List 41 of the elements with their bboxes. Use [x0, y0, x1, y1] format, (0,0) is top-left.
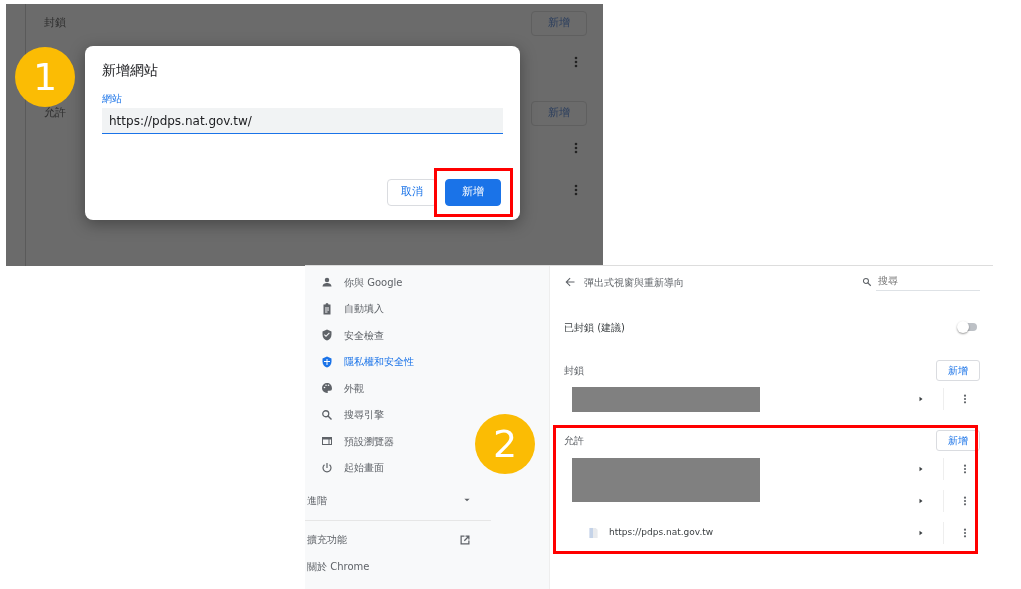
add-button[interactable]: 新增 [445, 179, 501, 206]
sidebar-item[interactable]: 安全檢查 [321, 322, 469, 349]
url-field[interactable]: https://pdps.nat.gov.tw/ [102, 108, 503, 134]
expand-arrow-icon[interactable] [918, 529, 924, 537]
sidebar-item[interactable]: 隱私權和安全性 [321, 348, 469, 375]
field-label: 網站 [102, 92, 123, 106]
search-icon [862, 277, 872, 287]
browser-window-icon [321, 435, 333, 448]
site-url: https://pdps.nat.gov.tw [609, 526, 714, 540]
person-icon [321, 276, 333, 289]
expand-arrow-icon[interactable] [918, 497, 924, 505]
sidebar-item[interactable]: 預設瀏覽器 [321, 428, 469, 455]
palette-icon [321, 382, 333, 395]
sidebar-link[interactable]: 關於 Chrome [307, 553, 471, 580]
sidebar-link[interactable]: 擴充功能 [307, 526, 471, 553]
cancel-button[interactable]: 取消 [387, 179, 437, 206]
shield-icon [321, 329, 333, 342]
power-icon [321, 461, 333, 474]
clipboard-icon [321, 302, 333, 315]
sidebar-item[interactable]: 起始畫面 [321, 454, 469, 481]
section-title: 封鎖 [564, 363, 584, 378]
search-field[interactable]: 搜尋 [876, 273, 980, 291]
toggle-switch[interactable] [959, 323, 977, 331]
sidebar-item[interactable]: 外觀 [321, 375, 469, 402]
expand-arrow-icon[interactable] [918, 395, 924, 403]
sidebar-item[interactable]: 自動填入 [321, 295, 469, 322]
external-link-icon [459, 533, 471, 546]
section-title: 允許 [564, 433, 584, 448]
add-button[interactable]: 新增 [936, 359, 980, 381]
sidebar-item[interactable]: 你與 Google [321, 269, 469, 296]
toggle-label: 已封鎖 (建議) [564, 320, 625, 335]
expand-arrow-icon[interactable] [918, 465, 924, 473]
shield-icon [321, 355, 333, 368]
search-icon [321, 408, 333, 421]
back-arrow-icon[interactable] [564, 276, 576, 288]
advanced-item[interactable]: 進階 [307, 487, 471, 514]
page-title: 彈出式視窗與重新導向 [584, 275, 684, 290]
add-button[interactable]: 新增 [936, 429, 980, 451]
page-icon [588, 527, 599, 539]
dialog-title: 新增網站 [102, 61, 159, 80]
sidebar-item[interactable]: 搜尋引擎 [321, 401, 469, 428]
